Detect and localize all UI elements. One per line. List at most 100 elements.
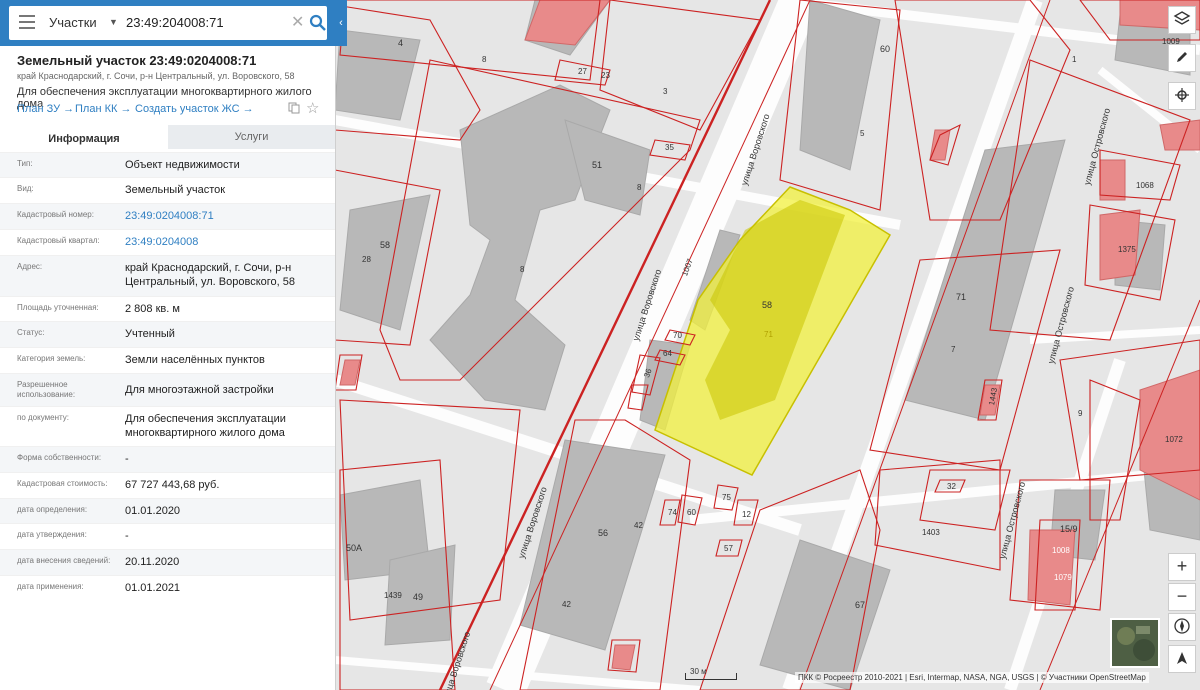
navigate-button[interactable] [1168, 645, 1196, 673]
map-label: 1439 [384, 591, 402, 600]
map-label: 7 [951, 345, 956, 354]
map-label: 58 [380, 240, 390, 250]
search-box: Участки ▼ 23:49:204008:71 ✕ [9, 6, 327, 40]
search-bar: Участки ▼ 23:49:204008:71 ✕ [0, 0, 335, 46]
plan-zu-link[interactable]: План ЗУ → [17, 103, 74, 115]
field-label: Вид: [17, 184, 34, 193]
map-label: 12 [742, 510, 751, 519]
field-row: дата внесения сведений: 20.11.2020 [0, 549, 335, 576]
layers-button[interactable] [1168, 6, 1196, 34]
map-label: 28 [362, 255, 371, 264]
field-value: Объект недвижимости [125, 159, 240, 171]
map-label: 1079 [1054, 573, 1072, 582]
tabs: Информация Услуги [0, 125, 335, 151]
copy-icon[interactable] [288, 102, 300, 114]
map-label: 9 [1078, 409, 1083, 418]
map-label: 8 [482, 55, 487, 64]
map-label: 60 [687, 508, 696, 517]
clear-icon[interactable]: ✕ [291, 12, 304, 32]
map-label: 27 [578, 67, 587, 76]
layer-select[interactable]: Участки [49, 15, 97, 30]
map-label: 3 [663, 87, 668, 96]
field-row: Адрес: край Краснодарский, г. Сочи, р-н … [0, 255, 335, 297]
navigation-icon [1177, 652, 1187, 664]
field-value: 01.01.2021 [125, 582, 181, 594]
map-canvas[interactable]: 4 60 8 5 51 8 8 58 28 71 58 71 7 9 1072 … [335, 0, 1200, 690]
map-label: 1403 [922, 528, 940, 537]
map-label: 51 [592, 160, 602, 170]
field-label: дата внесения сведений: [17, 556, 111, 565]
collapse-panel-button[interactable]: ‹ [335, 0, 347, 46]
search-icon[interactable] [309, 14, 327, 32]
field-label: Площадь уточненная: [17, 303, 99, 312]
map-label: 1375 [1118, 245, 1136, 254]
create-parcel-link[interactable]: Создать участок ЖС → [135, 103, 254, 115]
field-value: Для обеспечения эксплуатации многокварти… [125, 413, 286, 439]
tab-information[interactable]: Информация [0, 125, 168, 151]
map-view[interactable]: 4 60 8 5 51 8 8 58 28 71 58 71 7 9 1072 … [335, 0, 1200, 690]
map-label: 8 [520, 265, 525, 274]
map-label: 56 [598, 528, 608, 538]
locate-icon [1175, 88, 1189, 102]
field-row: Кадастровая стоимость: 67 727 443,68 руб… [0, 472, 335, 499]
object-address: край Краснодарский, г. Сочи, р-н Централ… [17, 71, 295, 81]
search-input[interactable]: 23:49:204008:71 [126, 15, 224, 30]
map-label: 35 [665, 143, 674, 152]
field-row: дата определения: 01.01.2020 [0, 498, 335, 524]
field-value: - [125, 530, 129, 542]
map-label: 42 [562, 600, 571, 609]
field-label: Разрешенное использование: [17, 380, 76, 399]
map-label: 8 [637, 183, 642, 192]
field-label: Кадастровая стоимость: [17, 479, 108, 488]
field-value: 67 727 443,68 руб. [125, 479, 220, 491]
chevron-down-icon[interactable]: ▼ [109, 17, 118, 27]
field-label: Кадастровый номер: [17, 210, 94, 219]
field-label: Статус: [17, 328, 45, 337]
compass-button[interactable] [1168, 613, 1196, 641]
field-value: Учтенный [125, 328, 175, 340]
basemap-thumbnail[interactable] [1110, 618, 1160, 668]
field-row: Тип: Объект недвижимости [0, 152, 335, 178]
field-label: Форма собственности: [17, 453, 102, 462]
field-label: дата применения: [17, 582, 84, 591]
object-title: Земельный участок 23:49:0204008:71 [17, 53, 257, 68]
compass-icon [1174, 618, 1190, 634]
map-label: 71 [764, 330, 773, 339]
pencil-icon [1177, 52, 1187, 62]
map-label: 71 [956, 292, 966, 302]
map-label: 75 [722, 493, 731, 502]
field-row: Кадастровый номер: 23:49:0204008:71 [0, 203, 335, 230]
field-label: дата определения: [17, 505, 88, 514]
tab-services[interactable]: Услуги [168, 125, 335, 149]
map-label: 64 [663, 349, 672, 358]
field-row: Категория земель: Земли населённых пункт… [0, 347, 335, 374]
map-label: 42 [634, 521, 643, 530]
field-value: Земельный участок [125, 184, 226, 196]
zoom-out-button[interactable]: − [1168, 583, 1196, 611]
map-label: 4 [398, 38, 403, 48]
layers-icon [1173, 11, 1191, 25]
field-row: Статус: Учтенный [0, 321, 335, 348]
map-label: 74 [668, 508, 677, 517]
map-label: 32 [947, 482, 956, 491]
locate-button[interactable] [1168, 82, 1196, 110]
map-label: 1068 [1136, 181, 1154, 190]
zoom-in-button[interactable]: + [1168, 553, 1196, 581]
info-panel: Участки ▼ 23:49:204008:71 ✕ Земельный уч… [0, 0, 336, 690]
map-label: 70 [673, 331, 682, 340]
star-icon[interactable]: ☆ [306, 99, 319, 117]
cadastral-number-link[interactable]: 23:49:0204008:71 [125, 209, 325, 223]
field-label: Категория земель: [17, 354, 86, 363]
field-row: дата применения: 01.01.2021 [0, 575, 335, 602]
map-label: 1072 [1165, 435, 1183, 444]
field-value: - [125, 453, 129, 465]
field-row: по документу: Для обеспечения эксплуатац… [0, 406, 335, 447]
draw-tool-button[interactable] [1168, 44, 1196, 72]
field-row: Кадастровый квартал: 23:49:0204008 [0, 229, 335, 256]
menu-icon[interactable] [19, 15, 35, 29]
plan-kk-link[interactable]: План КК → [75, 103, 131, 115]
field-value: Земли населённых пунктов [125, 354, 265, 366]
cadastral-quarter-link[interactable]: 23:49:0204008 [125, 235, 325, 249]
map-label: 23 [601, 71, 610, 80]
satellite-preview [1112, 620, 1158, 666]
